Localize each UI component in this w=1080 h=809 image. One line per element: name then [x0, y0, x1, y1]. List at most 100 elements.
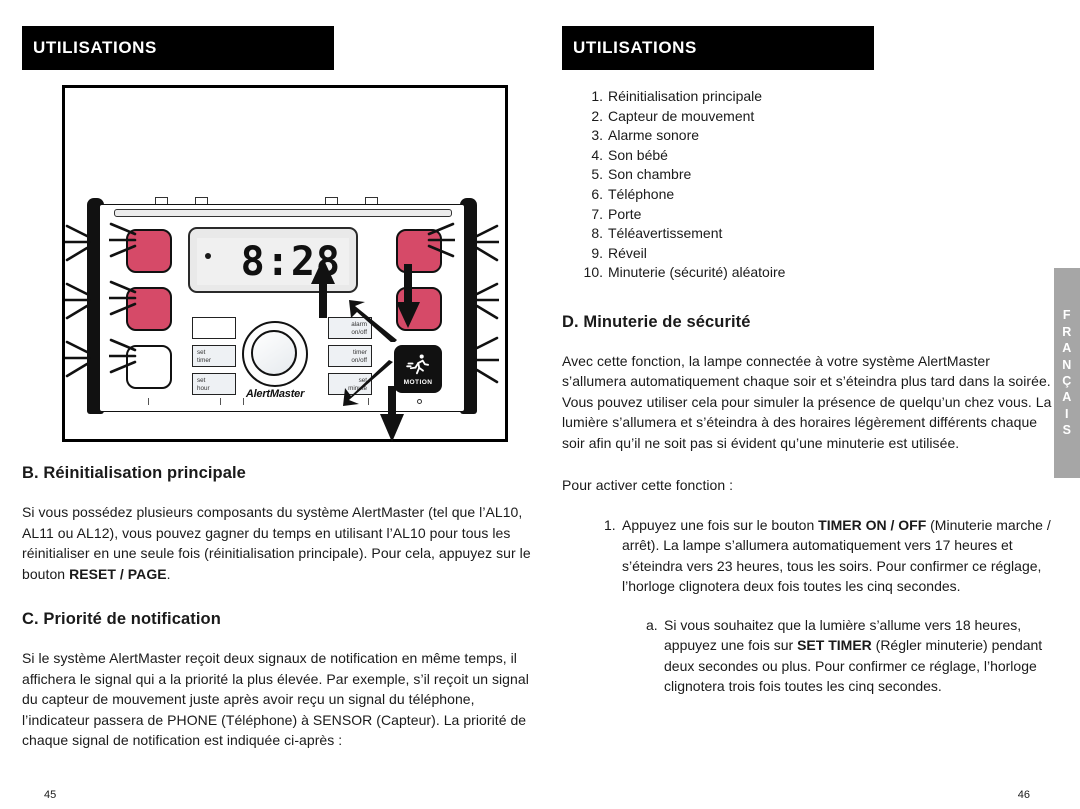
list-item: 1. Réinitialisation principale [562, 87, 1052, 107]
list-item: 9. Réveil [562, 244, 1052, 264]
list-item-number: 7. [591, 205, 603, 222]
list-item-label: Son bébé [608, 146, 668, 163]
banner-title-left: UTILISATIONS [33, 38, 157, 57]
device-illustration-frame: 8:28 AlertMaster set timer set hour alar… [62, 85, 508, 442]
page-number-right: 46 [1017, 789, 1030, 801]
device-foot-pin [220, 398, 222, 405]
alert-button-right-1[interactable] [396, 229, 442, 273]
list-item: 2. Capteur de mouvement [562, 107, 1052, 127]
alert-button-left-1[interactable] [126, 229, 172, 273]
device-vent-slot [155, 197, 168, 204]
alert-button-left-3[interactable] [126, 345, 172, 389]
list-item-label: Porte [608, 205, 642, 222]
list-item-label: Minuterie (sécurité) aléatoire [608, 264, 786, 281]
device-top-strip [114, 209, 452, 217]
list-item: 6. Téléphone [562, 185, 1052, 205]
device-brand-label: AlertMaster [245, 388, 305, 400]
list-item-number: 8. [591, 225, 603, 242]
step-bold-timer-on-off: TIMER ON / OFF [818, 516, 927, 533]
set-timer-key[interactable]: set timer [192, 345, 236, 367]
lcd-time-value: 8:28 [240, 238, 341, 285]
activation-substeps: a. Si vous souhaitez que la lumière s’al… [562, 615, 1052, 697]
section-d: D. Minuterie de sécurité Avec cette fonc… [562, 313, 1052, 697]
section-d-heading: D. Minuterie de sécurité [562, 312, 751, 331]
list-item-label: Son chambre [608, 166, 692, 183]
section-b-text-end: . [166, 565, 171, 582]
section-b-heading: B. Réinitialisation principale [22, 464, 246, 482]
alertmaster-device: 8:28 AlertMaster set timer set hour alar… [65, 197, 499, 442]
list-item: 7. Porte [562, 205, 1052, 225]
device-body-plate: 8:28 AlertMaster set timer set hour alar… [99, 197, 465, 412]
lang-letter: A [1062, 390, 1072, 405]
section-c-paragraph: Si le système AlertMaster reçoit deux si… [22, 650, 529, 748]
lang-letter: Ç [1062, 374, 1072, 388]
list-item-label: Capteur de mouvement [608, 107, 755, 124]
list-item: 5. Son chambre [562, 165, 1052, 185]
substep-letter: a. [646, 616, 658, 633]
step-item: 1. Appuyez une fois sur le bouton TIMER … [604, 515, 1052, 597]
list-item-number: 9. [591, 244, 603, 261]
manual-page-spread: UTILISATIONS 8:28 AlertMaster set timer … [0, 0, 1080, 809]
list-item-label: Réveil [608, 244, 647, 261]
section-d-intro: Pour activer cette fonction : [562, 477, 734, 494]
step-number: 1. [604, 516, 616, 533]
timer-on-off-key[interactable]: timer on/off [328, 345, 372, 367]
section-b-bold-reset-page: RESET / PAGE [69, 565, 167, 582]
set-hour-key[interactable]: set hour [192, 373, 236, 395]
section-banner-left: UTILISATIONS [22, 26, 334, 70]
section-d-paragraph: Avec cette fonction, la lampe connectée … [562, 352, 1052, 451]
priority-list: 1. Réinitialisation principale 2. Capteur … [562, 87, 1052, 283]
page-number-left: 45 [44, 789, 57, 801]
motion-button-label: MOTION [403, 379, 433, 386]
volume-dial-knob[interactable] [250, 329, 297, 376]
device-foot-pin [345, 398, 347, 405]
substep-item: a. Si vous souhaitez que la lumière s’al… [646, 615, 1052, 697]
device-foot-pin [148, 398, 150, 405]
lang-letter: R [1062, 324, 1072, 339]
list-item-label: Réinitialisation principale [608, 88, 763, 104]
list-item: 10. Minuterie (sécurité) aléatoire [562, 263, 1052, 283]
running-person-icon [406, 354, 429, 375]
lcd-display: 8:28 [188, 227, 358, 293]
set-minute-key[interactable]: set minute [328, 373, 372, 395]
lang-letter: I [1065, 406, 1069, 421]
list-item-number: 5. [591, 166, 603, 183]
list-item-number: 2. [591, 107, 603, 124]
list-item-label: Téléavertissement [608, 225, 723, 242]
list-item-number: 10. [583, 264, 603, 281]
alarm-on-off-key[interactable]: alarm on/off [328, 317, 372, 339]
banner-title-right: UTILISATIONS [573, 38, 697, 57]
lang-letter: F [1062, 308, 1072, 323]
section-c-heading: C. Priorité de notification [22, 610, 221, 628]
motion-sensor-button[interactable]: MOTION [394, 345, 442, 393]
section-b-paragraph: Si vous possédez plusieurs composants du… [22, 502, 534, 584]
blank-key[interactable] [192, 317, 236, 339]
lang-letter: A [1062, 341, 1072, 356]
list-item-label: Téléphone [608, 185, 675, 202]
list-item-number: 1. [591, 88, 603, 104]
device-vent-slot [325, 197, 338, 204]
section-banner-right: UTILISATIONS [562, 26, 874, 70]
device-foot-pin [243, 398, 245, 405]
list-item: 3. Alarme sonore [562, 126, 1052, 146]
list-item-number: 3. [591, 127, 603, 144]
alert-button-right-2[interactable] [396, 287, 442, 331]
list-item-label: Alarme sonore [608, 127, 700, 144]
language-tab-francais: F R A N Ç A I S [1054, 268, 1080, 478]
lang-letter: N [1062, 357, 1072, 372]
motion-status-led [417, 399, 422, 404]
lcd-screen: 8:28 [197, 238, 349, 285]
device-vent-slot [365, 197, 378, 204]
alert-button-left-2[interactable] [126, 287, 172, 331]
section-c: C. Priorité de notification Si le systèm… [22, 610, 534, 751]
step-text-before: Appuyez une fois sur le bouton [622, 516, 819, 533]
device-foot-pin [368, 398, 370, 405]
activation-steps: 1. Appuyez une fois sur le bouton TIMER … [562, 515, 1052, 597]
volume-dial[interactable] [242, 321, 308, 387]
lcd-indicator-dot [205, 253, 211, 259]
substep-bold-set-timer: SET TIMER [797, 637, 872, 654]
right-page-column: UTILISATIONS 1. Réinitialisation principa… [562, 0, 1052, 809]
list-item: 8. Téléavertissement [562, 224, 1052, 244]
list-item: 4. Son bébé [562, 146, 1052, 166]
left-page-column: UTILISATIONS 8:28 AlertMaster set timer … [22, 0, 534, 809]
